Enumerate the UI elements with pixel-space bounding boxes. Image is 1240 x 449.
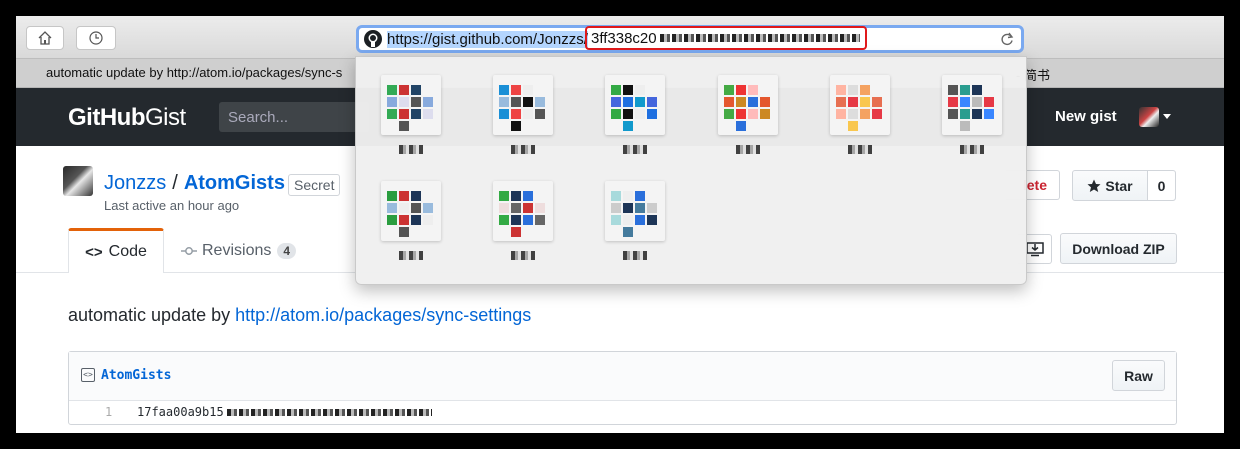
reload-icon[interactable] — [999, 31, 1015, 47]
star-count[interactable]: 0 — [1148, 171, 1175, 200]
top-site-label — [623, 251, 647, 260]
top-site-tile[interactable] — [493, 181, 553, 260]
home-icon — [38, 31, 52, 45]
title-separator: / — [172, 172, 178, 194]
revisions-count-badge: 4 — [277, 243, 297, 259]
clock-icon — [89, 31, 103, 45]
avatar[interactable] — [1139, 107, 1159, 127]
url-hash-highlight-box: 3ff338c20 — [585, 26, 867, 50]
tab-code-label: Code — [108, 243, 147, 260]
description-link[interactable]: http://atom.io/packages/sync-settings — [235, 305, 531, 325]
gist-description: automatic update by http://atom.io/packa… — [68, 305, 531, 326]
redacted-hash-pixels — [659, 34, 860, 42]
top-site-tile[interactable] — [605, 181, 665, 260]
github-octocat-icon — [364, 30, 382, 48]
star-label: Star — [1105, 177, 1133, 194]
top-site-label — [736, 145, 760, 154]
site-thumbnail — [493, 181, 553, 241]
secret-badge: Secret — [288, 174, 341, 196]
top-site-tile[interactable] — [605, 75, 665, 154]
top-sites-dropdown — [355, 56, 1027, 285]
top-site-tile[interactable] — [718, 75, 778, 154]
caret-down-icon[interactable] — [1163, 114, 1171, 119]
gist-logo[interactable]: GitHubGist — [68, 104, 186, 132]
redacted-content-pixels — [226, 409, 432, 416]
code-file-icon: <> — [81, 368, 95, 382]
top-site-label — [399, 145, 423, 154]
desktop-download-icon — [1025, 242, 1044, 257]
line-content: 17faa00a9b15 — [137, 405, 432, 419]
url-text: https://gist.github.com/Jonzzs/ — [387, 30, 588, 48]
star-icon — [1087, 179, 1101, 192]
top-site-label — [623, 145, 647, 154]
site-thumbnail — [605, 75, 665, 135]
top-site-tile[interactable] — [381, 181, 441, 260]
tab-title[interactable]: automatic update by http://atom.io/packa… — [46, 65, 342, 80]
owner-link[interactable]: Jonzzs — [104, 172, 166, 194]
tab-code[interactable]: <> Code — [68, 228, 164, 273]
site-thumbnail — [830, 75, 890, 135]
description-prefix: automatic update by — [68, 305, 236, 325]
tab-revisions-label: Revisions — [202, 242, 272, 259]
top-site-tile[interactable] — [381, 75, 441, 154]
browser-toolbar: https://gist.github.com/Jonzzs/ 3ff338c2… — [16, 16, 1224, 59]
site-thumbnail — [718, 75, 778, 135]
download-zip-button[interactable]: Download ZIP — [1060, 233, 1177, 264]
top-site-label — [511, 251, 535, 260]
browser-window: https://gist.github.com/Jonzzs/ 3ff338c2… — [16, 16, 1224, 433]
top-site-tile[interactable] — [830, 75, 890, 154]
site-thumbnail — [942, 75, 1002, 135]
top-site-label — [848, 145, 872, 154]
gist-name-link[interactable]: AtomGists — [184, 172, 285, 194]
history-button[interactable] — [76, 26, 116, 50]
code-icon: <> — [85, 243, 103, 261]
top-site-label — [399, 251, 423, 260]
top-site-tile[interactable] — [493, 75, 553, 154]
search-input[interactable]: Search... — [219, 102, 369, 132]
home-button[interactable] — [26, 26, 64, 50]
file-box: <> AtomGists Raw 1 17faa00a9b15 — [68, 351, 1177, 425]
top-site-label — [960, 145, 984, 154]
star-button[interactable]: Star 0 — [1072, 170, 1176, 201]
top-site-label — [511, 145, 535, 154]
site-thumbnail — [381, 75, 441, 135]
new-gist-link[interactable]: New gist — [1055, 108, 1117, 125]
url-hash-text: 3ff338c20 — [591, 29, 657, 47]
site-thumbnail — [605, 181, 665, 241]
site-thumbnail — [493, 75, 553, 135]
file-header: <> AtomGists Raw — [69, 352, 1176, 401]
site-thumbnail — [381, 181, 441, 241]
line-number[interactable]: 1 — [105, 405, 112, 419]
owner-avatar[interactable] — [63, 166, 93, 196]
raw-button[interactable]: Raw — [1112, 360, 1165, 391]
tab-revisions[interactable]: Revisions 4 — [181, 242, 297, 260]
address-bar[interactable]: https://gist.github.com/Jonzzs/ 3ff338c2… — [356, 25, 1024, 53]
top-site-tile[interactable] — [942, 75, 1002, 154]
gist-title: Jonzzs / AtomGists — [104, 172, 285, 195]
last-active-text: Last active an hour ago — [104, 198, 240, 213]
git-commit-icon — [181, 247, 197, 255]
file-name-link[interactable]: AtomGists — [101, 368, 171, 383]
